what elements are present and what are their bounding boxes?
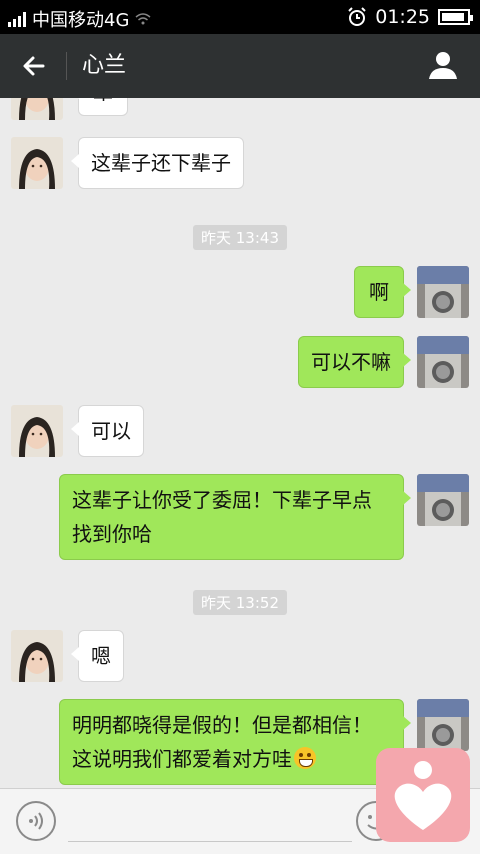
received-message[interactable]: 嗯 bbox=[71, 630, 124, 682]
back-arrow-icon bbox=[23, 56, 45, 76]
message-timestamp: 昨天 13:52 bbox=[193, 590, 287, 615]
chat-area[interactable]: 辈 这辈子还下辈子 昨天 13:43 啊 可以不嘛 bbox=[0, 98, 480, 788]
header-divider bbox=[66, 52, 67, 80]
back-button[interactable] bbox=[18, 50, 50, 82]
contact-avatar[interactable] bbox=[11, 405, 63, 457]
alarm-icon bbox=[348, 7, 366, 26]
sent-message[interactable]: 可以不嘛 bbox=[298, 336, 411, 388]
status-bar: 中国移动4G 01:25 bbox=[0, 0, 480, 34]
chat-header: 心兰 bbox=[0, 34, 480, 98]
my-avatar[interactable] bbox=[417, 266, 469, 318]
message-input[interactable] bbox=[68, 803, 352, 842]
wifi-icon bbox=[135, 13, 151, 25]
floating-app-button[interactable] bbox=[376, 748, 470, 842]
sent-message[interactable]: 这辈子让你受了委屈！下辈子早点 找到你哈 bbox=[59, 474, 411, 560]
profile-button[interactable] bbox=[426, 48, 460, 82]
voice-button[interactable] bbox=[16, 801, 56, 841]
sent-message[interactable]: 啊 bbox=[354, 266, 411, 318]
sent-message[interactable]: 明明都晓得是假的！但是都相信！ 这说明我们都爱着对方哇 bbox=[59, 699, 411, 785]
my-avatar[interactable] bbox=[417, 699, 469, 751]
my-avatar[interactable] bbox=[417, 474, 469, 526]
clock-time: 01:25 bbox=[375, 6, 430, 28]
message-timestamp: 昨天 13:43 bbox=[193, 225, 287, 250]
carrier-label: 中国移动4G bbox=[32, 10, 130, 31]
contact-name: 心兰 bbox=[82, 53, 127, 78]
heart-app-icon bbox=[394, 761, 452, 830]
grin-emoji-icon bbox=[294, 747, 316, 769]
battery-icon bbox=[438, 9, 473, 25]
received-message[interactable]: 辈 bbox=[71, 98, 128, 116]
signal-icon bbox=[8, 11, 26, 27]
voice-icon bbox=[29, 812, 43, 830]
contact-avatar[interactable] bbox=[11, 98, 63, 120]
contact-avatar[interactable] bbox=[11, 137, 63, 189]
my-avatar[interactable] bbox=[417, 336, 469, 388]
profile-icon bbox=[429, 52, 457, 79]
received-message[interactable]: 可以 bbox=[71, 405, 144, 457]
received-message[interactable]: 这辈子还下辈子 bbox=[71, 137, 244, 189]
contact-avatar[interactable] bbox=[11, 630, 63, 682]
